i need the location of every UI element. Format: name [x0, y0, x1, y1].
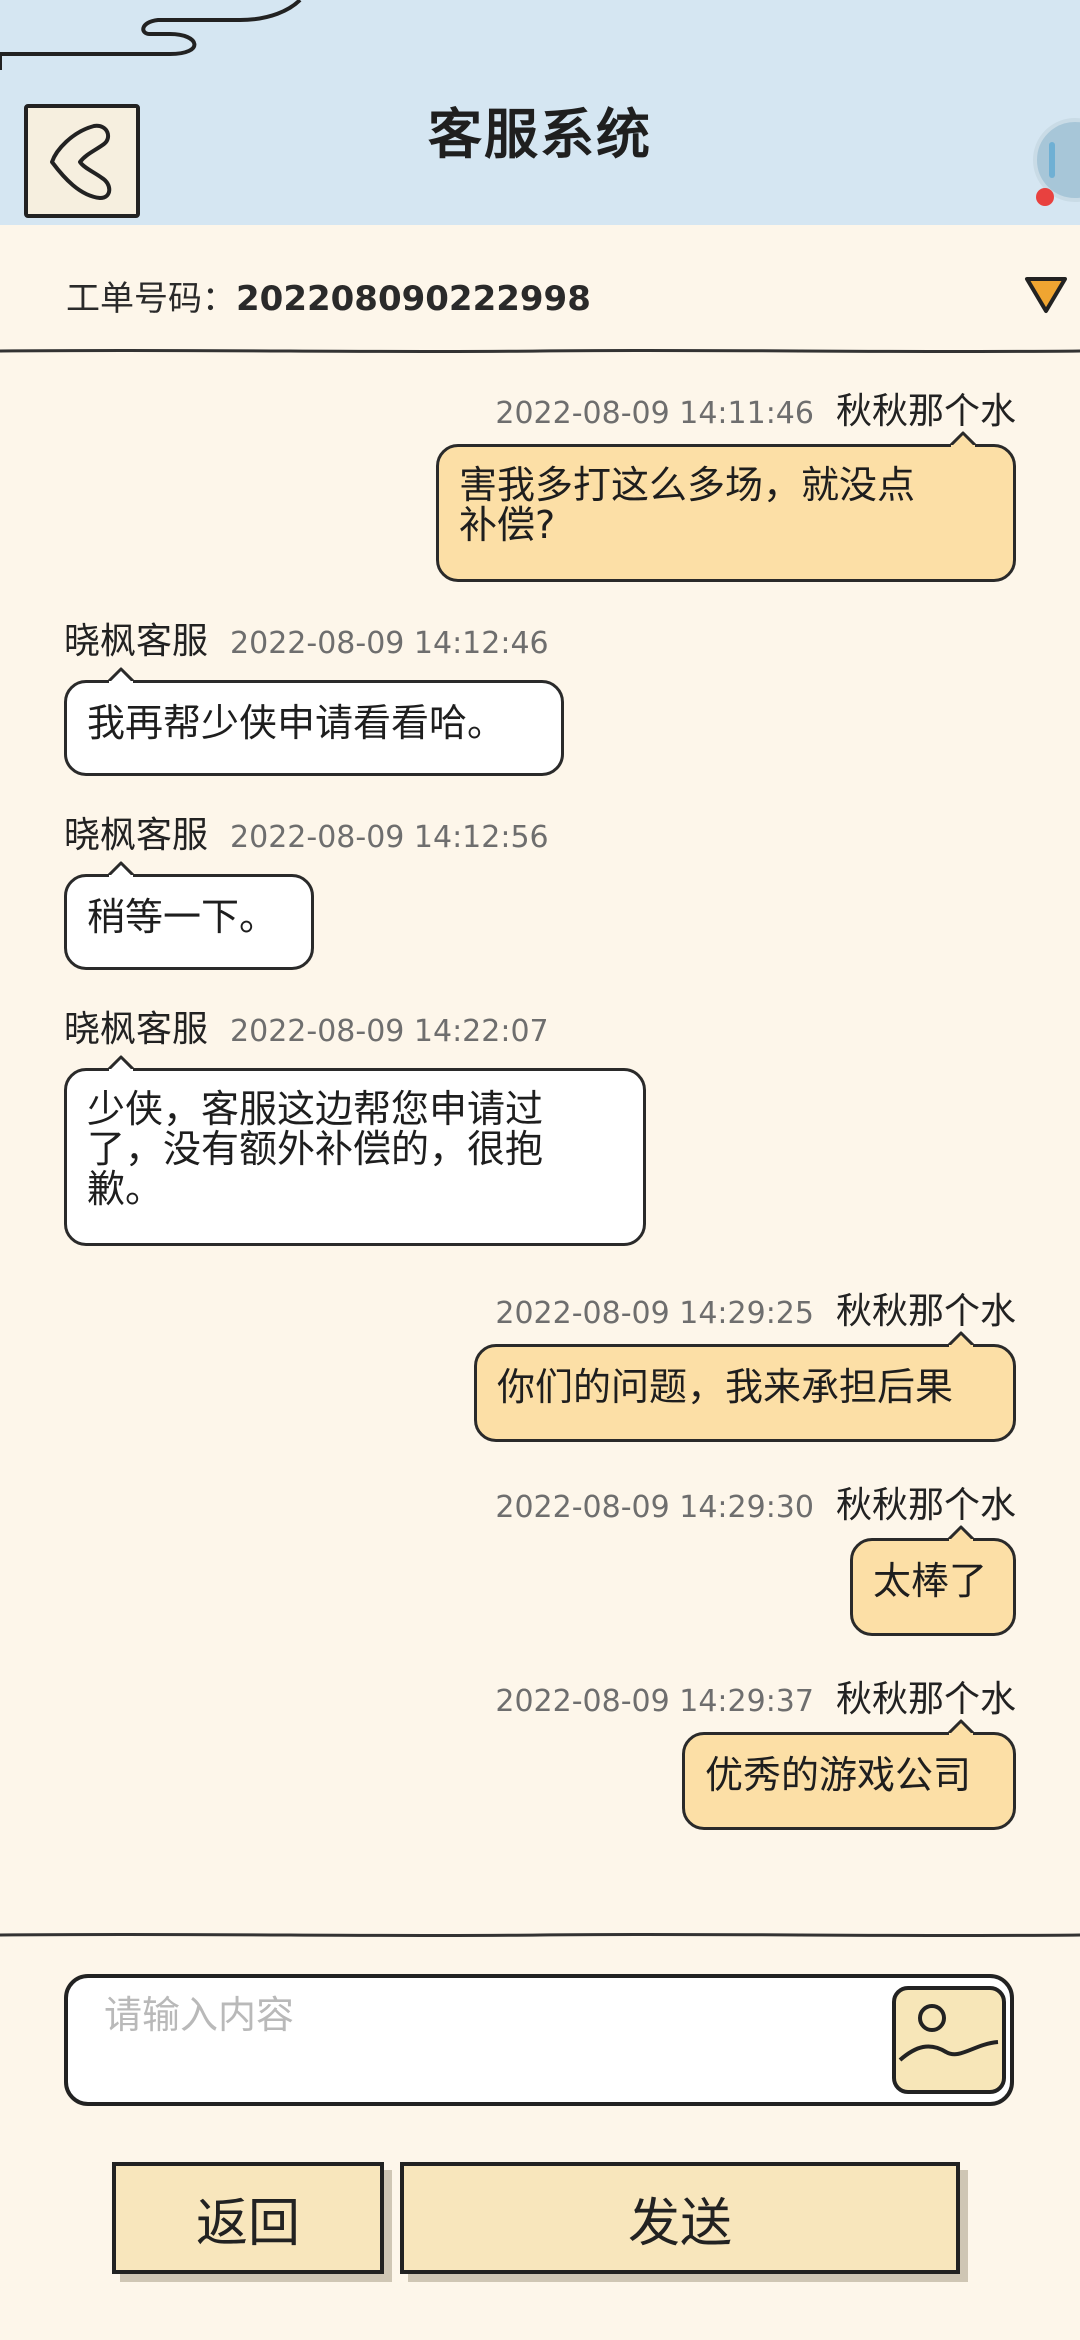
send-button[interactable]: 发送 [400, 2162, 960, 2274]
message-text-line: 补偿? [459, 503, 556, 547]
message-timestamp: 2022-08-09 14:22:07 [230, 1014, 549, 1049]
message-text-line: 优秀的游戏公司 [705, 1753, 972, 1797]
message-meta: 晓枫客服 2022-08-09 14:12:46 [64, 612, 549, 664]
triangle-down-icon[interactable] [1024, 275, 1068, 315]
agent-message-bubble[interactable]: 稍等一下。 [64, 861, 314, 970]
bubble-tail-icon [947, 1525, 975, 1541]
message-text-line: 太棒了 [873, 1559, 988, 1603]
message-meta: 2022-08-09 14:29:25 秋秋那个水 [495, 1282, 1016, 1334]
image-icon [898, 2004, 999, 2062]
sender-name: 秋秋那个水 [835, 391, 1016, 432]
user-message-bubble[interactable]: 害我多打这么多场，就没点 补偿? [436, 431, 1016, 582]
message-timestamp: 2022-08-09 14:12:56 [230, 820, 549, 855]
bubble-tail-icon [949, 431, 977, 447]
agent-message-bubble[interactable]: 我再帮少侠申请看看哈。 [64, 667, 564, 776]
bubble-tail-icon [107, 1055, 135, 1071]
sender-name: 晓枫客服 [64, 1009, 209, 1050]
message-meta: 2022-08-09 14:29:30 秋秋那个水 [495, 1476, 1016, 1528]
message-text-line: 稍等一下。 [87, 895, 278, 939]
message-timestamp: 2022-08-09 14:29:25 [495, 1296, 814, 1331]
ticket-number: 202208090222998 [236, 279, 591, 319]
user-message-bubble[interactable]: 太棒了 [850, 1525, 1016, 1636]
return-button[interactable]: 返回 [112, 2162, 384, 2274]
message-text-line: 你们的问题，我来承担后果 [497, 1365, 954, 1409]
message-meta: 2022-08-09 14:29:37 秋秋那个水 [495, 1670, 1016, 1722]
message-timestamp: 2022-08-09 14:29:30 [495, 1490, 814, 1525]
message-text-line: 害我多打这么多场，就没点 [459, 463, 916, 507]
divider-bottom [0, 1932, 1080, 1938]
message-input[interactable] [102, 1992, 886, 2038]
bubble-tail-icon [947, 1719, 975, 1735]
sender-name: 秋秋那个水 [835, 1485, 1016, 1526]
message-text-line: 少侠，客服这边帮您申请过 [87, 1087, 544, 1131]
bubble-tail-icon [107, 667, 135, 683]
ticket-label: 工单号码： [66, 279, 236, 319]
message-text-line: 了，没有额外补偿的，很抱 [87, 1127, 544, 1171]
message-meta: 2022-08-09 14:11:46 秋秋那个水 [495, 382, 1016, 434]
notification-dot [1036, 188, 1054, 206]
image-upload-button[interactable] [892, 1986, 1006, 2094]
sender-name: 秋秋那个水 [835, 1291, 1016, 1332]
page-title: 客服系统 [428, 103, 652, 166]
sender-name: 秋秋那个水 [835, 1679, 1016, 1720]
message-text-line: 我再帮少侠申请看看哈。 [87, 701, 506, 745]
message-text-line: 歉。 [87, 1167, 164, 1211]
agent-message-bubble[interactable]: 少侠，客服这边帮您申请过 了，没有额外补偿的，很抱 歉。 [64, 1055, 646, 1246]
bubble-tail-icon [107, 861, 135, 877]
header-bar: 客服系统 [0, 0, 1080, 225]
ticket-row[interactable]: 工单号码：202208090222998 [0, 225, 1080, 355]
message-timestamp: 2022-08-09 14:29:37 [495, 1684, 814, 1719]
divider-top [0, 348, 1080, 354]
sender-name: 晓枫客服 [64, 621, 209, 662]
message-meta: 晓枫客服 2022-08-09 14:12:56 [64, 806, 549, 858]
message-timestamp: 2022-08-09 14:11:46 [495, 396, 814, 431]
ticket-info: 工单号码：202208090222998 [66, 271, 591, 320]
user-message-bubble[interactable]: 你们的问题，我来承担后果 [474, 1331, 1016, 1442]
bubble-tail-icon [947, 1331, 975, 1347]
message-timestamp: 2022-08-09 14:12:46 [230, 626, 549, 661]
user-message-bubble[interactable]: 优秀的游戏公司 [682, 1719, 1016, 1830]
message-input-box[interactable] [64, 1974, 1014, 2106]
message-meta: 晓枫客服 2022-08-09 14:22:07 [64, 1000, 549, 1052]
cloud-decoration-icon [0, 0, 302, 70]
sender-name: 晓枫客服 [64, 815, 209, 856]
